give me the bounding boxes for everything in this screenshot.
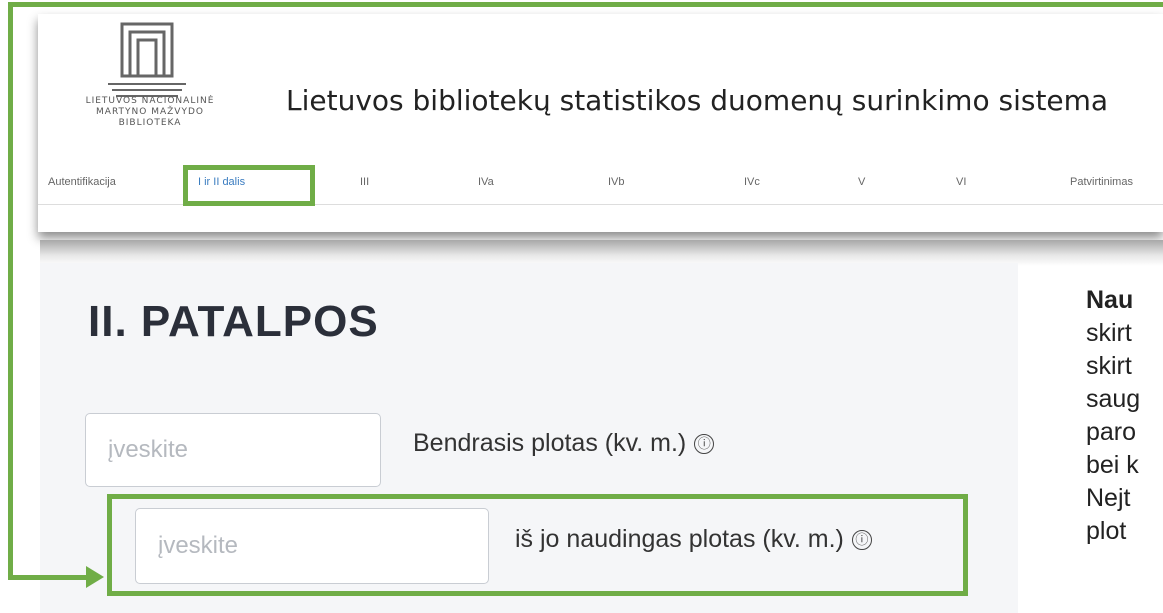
nav-item-patvirtinimas[interactable]: Patvirtinimas [1070, 176, 1133, 188]
side-text-line: bei k [1086, 451, 1139, 479]
nav-item-iva[interactable]: IVa [478, 176, 494, 188]
side-text-line: skirt [1086, 352, 1132, 380]
section-title: II. PATALPOS [88, 297, 379, 346]
logo-text: LIETUVOS NACIONALINĖ MARTYNO MAŽVYDO BIB… [50, 96, 250, 129]
nav-item-iii[interactable]: III [360, 176, 369, 188]
app-title: Lietuvos bibliotekų statistikos duomenų … [286, 84, 1109, 117]
side-text-line: plot [1086, 517, 1127, 545]
library-building-icon [108, 22, 186, 97]
library-logo: LIETUVOS NACIONALINĖ MARTYNO MAŽVYDO BIB… [50, 14, 250, 164]
side-explanation-text: Nau skirt skirt saug paro bei k Nejt plo… [1086, 284, 1163, 548]
annotation-arrow-line [8, 575, 88, 580]
side-text-line: saug [1086, 385, 1141, 413]
side-text-line: Nau [1086, 286, 1134, 314]
total-area-input[interactable] [85, 413, 381, 487]
annotation-left-line [8, 2, 13, 580]
logo-line: BIBLIOTEKA [118, 118, 182, 128]
logo-line: MARTYNO MAŽVYDO [96, 107, 204, 117]
nav-item-ivb[interactable]: IVb [608, 176, 625, 188]
info-icon[interactable]: ⓘ [694, 434, 715, 455]
total-area-label-text: Bendrasis plotas (kv. m.) [413, 429, 687, 457]
nav-item-vi[interactable]: VI [956, 176, 966, 188]
annotation-nav-highlight [183, 165, 315, 206]
annotation-field-highlight [107, 494, 968, 596]
side-text-line: Nejt [1086, 484, 1131, 512]
nav-item-autentifikacija[interactable]: Autentifikacija [48, 176, 116, 188]
logo-line: LIETUVOS NACIONALINĖ [85, 96, 215, 106]
annotation-top-line [8, 2, 1163, 7]
side-text-line: paro [1086, 418, 1137, 446]
nav-item-ivc[interactable]: IVc [744, 176, 760, 188]
annotation-arrow-head [86, 566, 104, 588]
nav-item-v[interactable]: V [858, 176, 865, 188]
total-area-label: Bendrasis plotas (kv. m.) ⓘ [413, 429, 715, 458]
side-text-line: skirt [1086, 319, 1132, 347]
